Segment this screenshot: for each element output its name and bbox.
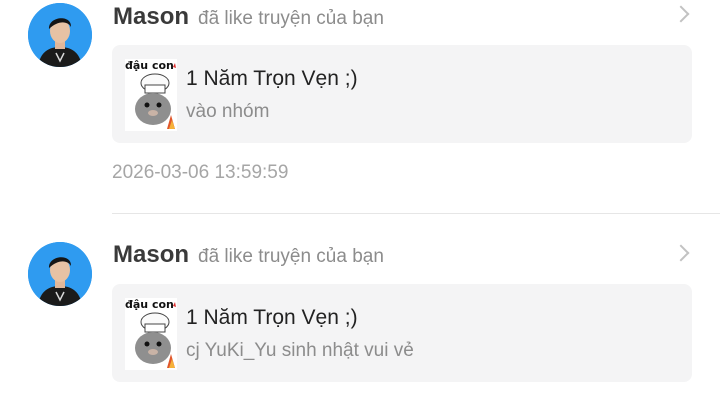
notification-item[interactable]: Mason đã like truyện của bạn đậu con 1 N… bbox=[0, 214, 720, 401]
notification-header: Mason đã like truyện của bạn bbox=[113, 241, 384, 269]
user-name[interactable]: Mason bbox=[113, 3, 189, 31]
story-title: 1 Năm Trọn Vẹn ;) bbox=[186, 67, 358, 90]
person-avatar-icon bbox=[28, 242, 92, 306]
story-cover: đậu con bbox=[125, 298, 177, 370]
story-cover: đậu con bbox=[125, 59, 177, 131]
story-subtitle: cj YuKi_Yu sinh nhật vui vẻ bbox=[186, 340, 414, 361]
notification-header: Mason đã like truyện của bạn bbox=[113, 3, 384, 31]
person-avatar-icon bbox=[28, 3, 92, 67]
story-title: 1 Năm Trọn Vẹn ;) bbox=[186, 306, 358, 329]
user-avatar[interactable] bbox=[28, 3, 92, 67]
story-card[interactable]: đậu con 1 Năm Trọn Vẹn ;) vào nhóm bbox=[112, 45, 692, 143]
story-card[interactable]: đậu con 1 Năm Trọn Vẹn ;) cj YuKi_Yu sin… bbox=[112, 284, 692, 382]
cover-label: đậu con bbox=[125, 59, 174, 72]
chevron-right-icon[interactable] bbox=[672, 244, 690, 262]
user-name[interactable]: Mason bbox=[113, 241, 189, 269]
action-text: đã like truyện của bạn bbox=[198, 246, 384, 267]
chevron-right-icon[interactable] bbox=[672, 5, 690, 23]
notification-item[interactable]: Mason đã like truyện của bạn đậu con 1 N… bbox=[0, 0, 720, 214]
timestamp: 2026-03-06 13:59:59 bbox=[112, 162, 289, 183]
action-text: đã like truyện của bạn bbox=[198, 8, 384, 29]
user-avatar[interactable] bbox=[28, 242, 92, 306]
cover-label: đậu con bbox=[125, 298, 174, 311]
story-subtitle: vào nhóm bbox=[186, 101, 270, 122]
